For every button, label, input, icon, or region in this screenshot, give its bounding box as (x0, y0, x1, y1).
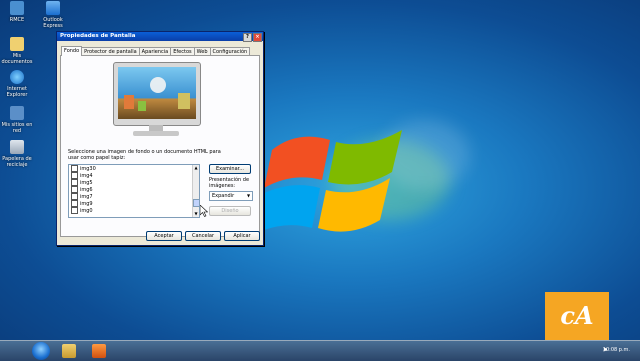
dialog-title-bar: Propiedades de Pantalla ? × (57, 32, 263, 42)
instruction-text: Seleccione una imagen de fondo o un docu… (68, 149, 221, 161)
desktop-icon-label: Mis documentos (1, 53, 33, 65)
windows-logo (262, 130, 402, 232)
list-item-label: img0 (80, 208, 93, 214)
cancel-button[interactable]: Cancelar (185, 231, 221, 241)
apply-button[interactable]: Aplicar (224, 231, 260, 241)
desktop-icon-outlook-express[interactable]: Outlook Express (33, 1, 73, 29)
ok-button[interactable]: Aceptar (146, 231, 182, 241)
ca-watermark-logo: cA (545, 292, 609, 340)
image-file-icon (71, 165, 78, 172)
image-file-icon (71, 172, 78, 179)
list-item[interactable]: img5 (69, 179, 199, 186)
desktop-icon-papelera[interactable]: Papelera de reciclaje (0, 140, 37, 168)
monitor-base (133, 131, 179, 136)
outlook-express-icon (46, 1, 60, 15)
mouse-cursor-icon (200, 205, 208, 217)
monitor-frame (113, 62, 201, 126)
scrollbar-thumb[interactable] (193, 199, 199, 207)
taskbar: ⚑ 10:08 p.m. (0, 340, 640, 361)
media-player-taskbar-icon[interactable] (92, 344, 106, 358)
desktop-icon-mis-sitios-en-red[interactable]: Mis sitios en red (0, 106, 37, 134)
computer-icon (10, 1, 24, 15)
tab-fondo[interactable]: Fondo (61, 46, 83, 56)
desktop-icon-label: Outlook Express (43, 17, 63, 29)
desktop-icon-label: Mis sitios en red (1, 122, 33, 134)
desktop-icon-label: Papelera de reciclaje (2, 156, 32, 168)
close-button[interactable]: × (253, 33, 262, 42)
desktop-icon-rmce[interactable]: RMCE (0, 1, 37, 23)
start-button[interactable] (32, 342, 50, 360)
list-item[interactable]: img6 (69, 186, 199, 193)
list-item[interactable]: img0 (69, 207, 199, 214)
display-properties-dialog: Propiedades de Pantalla ? × Fondo Protect… (56, 31, 264, 246)
desktop-icon-mis-documentos[interactable]: Mis documentos (0, 37, 37, 65)
list-item[interactable]: img30 (69, 165, 199, 172)
scroll-down-arrow-icon[interactable]: ▼ (193, 211, 199, 217)
folder-icon (10, 37, 24, 51)
image-file-icon (71, 207, 78, 214)
tab-panel-fondo: Seleccione una imagen de fondo o un docu… (60, 55, 260, 237)
chevron-down-icon: ▼ (246, 193, 251, 198)
wallpaper-preview-image (124, 77, 190, 111)
list-item[interactable]: img7 (69, 193, 199, 200)
tab-strip: Fondo Protector de pantalla Apariencia Efec… (61, 46, 251, 56)
presentation-select-value: Expandir (212, 193, 235, 199)
design-button[interactable]: Diseño (209, 206, 251, 216)
help-button[interactable]: ? (243, 33, 252, 42)
image-file-icon (71, 193, 78, 200)
image-file-icon (71, 200, 78, 207)
list-item[interactable]: img4 (69, 172, 199, 179)
explorer-taskbar-icon[interactable] (62, 344, 76, 358)
image-file-icon (71, 186, 78, 193)
wallpaper-list[interactable]: img30 img4 img5 img6 img7 img9 img0 ▲ ▼ (68, 164, 200, 218)
desktop-icon-label: Internet Explorer (6, 86, 28, 98)
browse-button[interactable]: Examinar... (209, 164, 251, 174)
desktop-icon-internet-explorer[interactable]: Internet Explorer (0, 70, 37, 98)
internet-explorer-icon (10, 70, 24, 84)
presentation-select[interactable]: Expandir ▼ (209, 191, 253, 201)
list-scrollbar[interactable]: ▲ ▼ (192, 165, 199, 217)
monitor-preview (113, 62, 201, 140)
list-item[interactable]: img9 (69, 200, 199, 207)
dialog-title: Propiedades de Pantalla (60, 33, 136, 39)
scroll-up-arrow-icon[interactable]: ▲ (193, 165, 199, 171)
desktop-icon-label: RMCE (9, 17, 25, 23)
taskbar-clock[interactable]: 10:08 p.m. (603, 347, 630, 353)
wallpaper-preview (118, 67, 196, 119)
network-icon (10, 106, 24, 120)
presentation-label: Presentación de imágenes: (209, 177, 250, 189)
image-file-icon (71, 179, 78, 186)
recycle-bin-icon (10, 140, 24, 154)
